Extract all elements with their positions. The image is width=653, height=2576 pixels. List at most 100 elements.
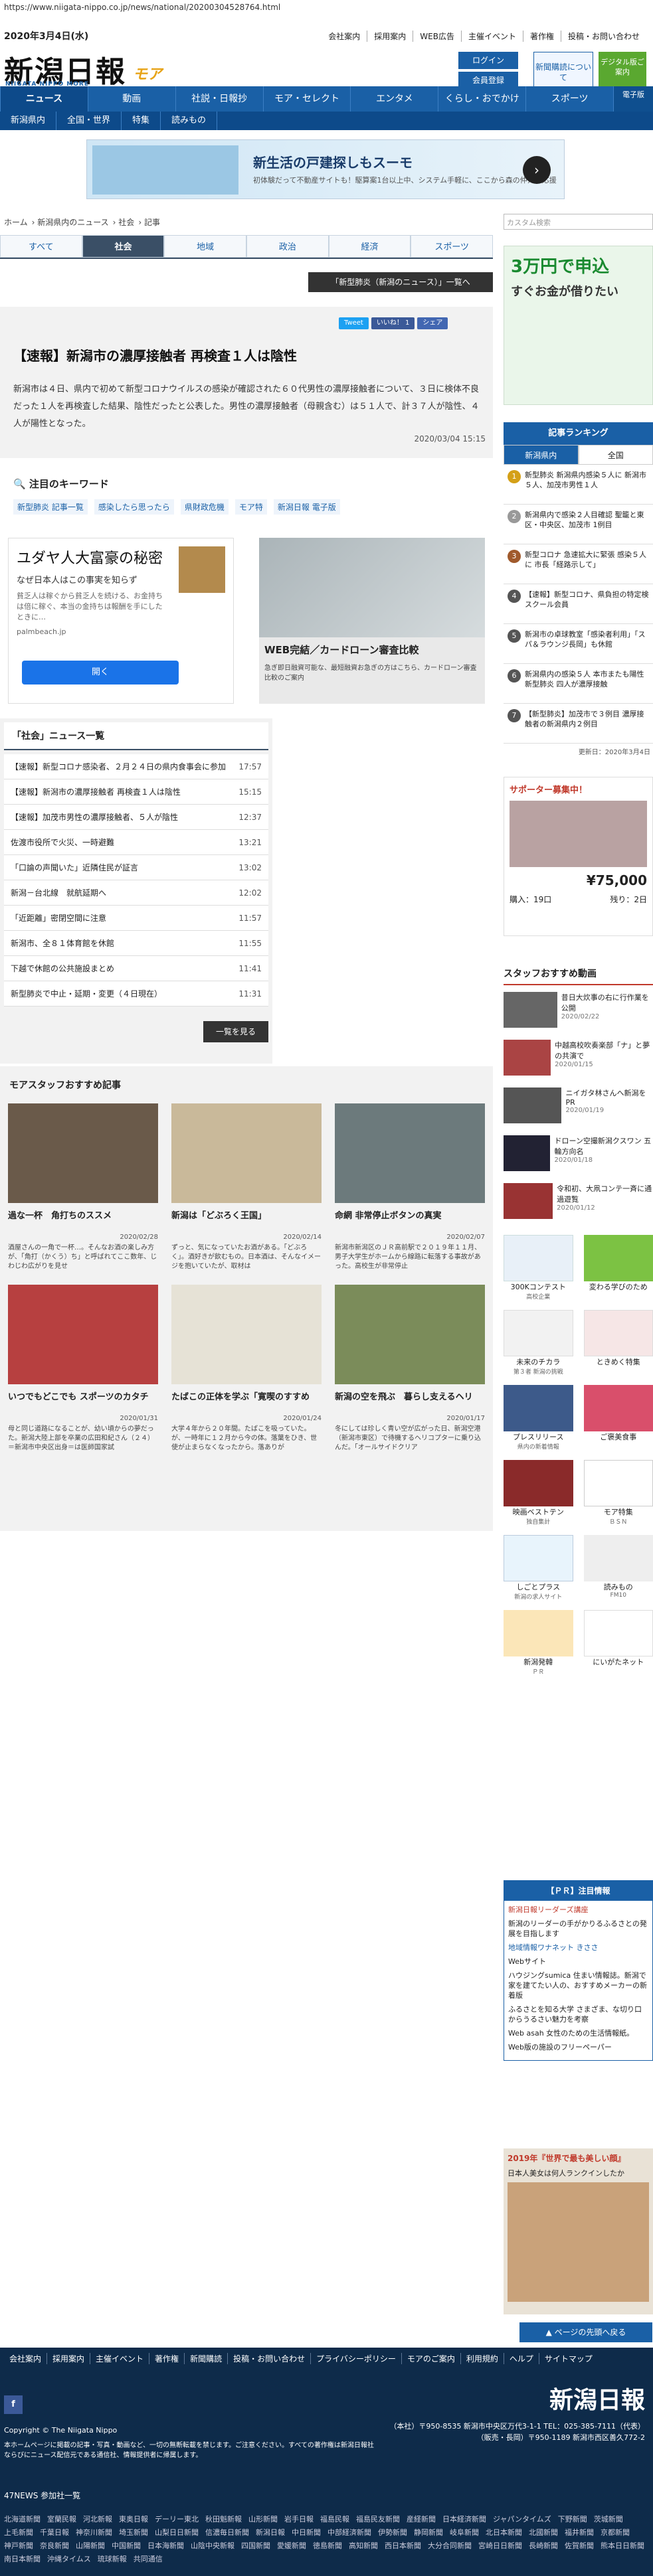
site-link[interactable]: 大分合同新聞 [428, 2540, 472, 2551]
ad-card-loan[interactable]: WEB完結／カードローン審査比較 急ぎ即日融資可能な、最短融資お急ぎの方はこちら… [259, 538, 485, 704]
footer-link[interactable]: 利用規約 [460, 2353, 504, 2364]
site-link[interactable]: ジャパンタイムズ [493, 2514, 551, 2524]
digital-edition-button[interactable]: デジタル版ご案内 [599, 52, 646, 92]
footer-link[interactable]: 新聞購読 [184, 2353, 227, 2364]
banner-item[interactable]: 映画ベストテン 独自集計 [504, 1460, 573, 1526]
footer-link[interactable]: モアのご案内 [401, 2353, 460, 2364]
breadcrumb-society[interactable]: 社会 [118, 218, 134, 227]
banner-item[interactable]: 変わる学びのため [583, 1235, 653, 1301]
site-link[interactable]: 岩手日報 [284, 2514, 314, 2524]
site-link[interactable]: 河北新報 [83, 2514, 112, 2524]
pr-item[interactable]: ふるさとを知る大学 さまざま、な切り口からうるさい魅力を考察 [508, 2004, 648, 2024]
site-link[interactable]: 岐阜新聞 [450, 2527, 479, 2537]
site-link[interactable]: 奈良新聞 [40, 2540, 69, 2551]
pr-item[interactable]: ハウジングsumica 住まい情報誌。新潟で家を建てたい人の、おすすめメーカーの… [508, 1971, 648, 2000]
chevron-right-icon[interactable]: › [523, 156, 551, 184]
category-list-button[interactable]: 「新型肺炎（新潟のニュース）」一覧へ [308, 272, 493, 292]
site-link[interactable]: 室蘭民報 [47, 2514, 76, 2524]
site-link[interactable]: 中部経済新聞 [327, 2527, 371, 2537]
site-link[interactable]: 伊勢新聞 [378, 2527, 407, 2537]
video-item[interactable]: 中越高校吹奏楽部「ナ」と夢の共演で 2020/01/15 [504, 1040, 653, 1081]
site-link[interactable]: 下野新聞 [558, 2514, 587, 2524]
recommend-card[interactable]: 新潟の空を飛ぶ 暮らし支えるヘリ 2020/01/17 冬にしては珍しく青い空が… [335, 1285, 485, 1453]
toplink-contact[interactable]: 投稿・お問い合わせ [560, 31, 646, 42]
banner-item[interactable]: 新潟発韓 ＰＲ [504, 1610, 573, 1676]
subnav-features[interactable]: 特集 [122, 112, 161, 130]
footer-link[interactable]: 著作権 [149, 2353, 184, 2364]
site-link[interactable]: 琉球新報 [98, 2553, 127, 2564]
site-link[interactable]: 上毛新聞 [4, 2527, 33, 2537]
recommend-card[interactable]: 新潟は「どぶろく王国」 2020/02/14 ずっと、気になっていたお酒がある。… [171, 1103, 322, 1271]
ranking-item[interactable]: 2 新潟県内で感染２人目確認 聖籠と東区・中央区、加茂市 1例目 [504, 505, 653, 544]
site-link[interactable]: 山陽新聞 [76, 2540, 105, 2551]
site-link[interactable]: 中日新聞 [292, 2527, 321, 2537]
site-link[interactable]: 北國新聞 [529, 2527, 558, 2537]
video-item[interactable]: ニイガタ林さんへ新潟をPR 2020/01/19 [504, 1087, 653, 1129]
banner-item[interactable]: ときめく特集 [583, 1310, 653, 1376]
tab-region[interactable]: 地域 [164, 235, 247, 258]
site-link[interactable]: 熊本日日新聞 [601, 2540, 644, 2551]
nav-news[interactable]: ニュース [0, 86, 88, 112]
nav-editorial[interactable]: 社説・日報抄 [175, 86, 263, 112]
nav-entertainment[interactable]: エンタメ [350, 86, 438, 112]
toplink-copyright[interactable]: 著作権 [522, 31, 561, 42]
pr-item[interactable]: 地域情報ワナネット きささ [508, 1943, 648, 1953]
site-link[interactable]: 秋田魁新報 [205, 2514, 242, 2524]
site-link[interactable]: 茨城新聞 [594, 2514, 623, 2524]
site-link[interactable]: 宮崎日日新聞 [478, 2540, 522, 2551]
news-row[interactable]: 新潟市、全８１体育館を休館 11:55 [4, 931, 268, 956]
subnav-prefecture[interactable]: 新潟県内 [0, 112, 57, 130]
footer-logo[interactable]: 新潟日報 [549, 2381, 645, 2415]
banner-item[interactable]: 300Kコンテスト 高校企業 [504, 1235, 573, 1301]
site-link[interactable]: 福島民報 [320, 2514, 349, 2524]
site-link[interactable]: 日本海新聞 [147, 2540, 184, 2551]
pr-item[interactable]: 新潟のリーダーの手がかりるふるさとの発展を目指します [508, 1919, 648, 1939]
tab-all[interactable]: すべて [0, 235, 82, 258]
news-row[interactable]: 「近距離」密閉空間に注意 11:57 [4, 906, 268, 931]
nav-e-paper[interactable]: 電子版 [613, 86, 653, 112]
ranking-item[interactable]: 3 新型コロナ 急速拡大に緊張 感染５人に 市長「経路示して」 [504, 544, 653, 584]
ad-jewish-rich[interactable]: ユダヤ人大富豪の秘密 なぜ日本人はこの事実を知らず 貧乏人は稼ぐから貧乏人を続け… [8, 538, 234, 704]
keyword-item[interactable]: 県財政危機 [180, 499, 229, 515]
pr-item[interactable]: Web asah 女性のための生活情報紙。 [508, 2028, 648, 2038]
toplink-recruit[interactable]: 採用案内 [367, 31, 413, 42]
site-link[interactable]: 埼玉新聞 [119, 2527, 148, 2537]
site-link[interactable]: 福井新聞 [565, 2527, 594, 2537]
subscribe-button[interactable]: 新聞購読について [533, 52, 593, 92]
site-link[interactable]: 福島民友新聞 [356, 2514, 400, 2524]
subnav-world[interactable]: 全国・世界 [56, 112, 122, 130]
video-item[interactable]: 令和初、大凧コンテ一斉に通過遊覧 2020/01/12 [504, 1183, 653, 1224]
crowdfunding-ad[interactable]: サポーター募集中！ ¥75,000 購入：19口 残り：2日 [504, 777, 653, 936]
pr-item[interactable]: 新潟日報リーダーズ講座 [508, 1905, 648, 1915]
news-row[interactable]: 佐渡市役所で火災、一時避難 13:21 [4, 830, 268, 855]
footer-link[interactable]: ヘルプ [503, 2353, 539, 2364]
site-link[interactable]: 千葉日報 [40, 2527, 69, 2537]
keyword-item[interactable]: 新型肺炎 記事一覧 [13, 499, 88, 515]
tab-sports[interactable]: スポーツ [411, 235, 494, 258]
news-row[interactable]: 【速報】新潟市の濃厚接触者 再検査１人は陰性 15:15 [4, 779, 268, 805]
toplink-webad[interactable]: WEB広告 [413, 31, 461, 42]
footer-link[interactable]: 会社案内 [4, 2353, 47, 2364]
banner-item[interactable]: モア特集 ＢＳＮ [583, 1460, 653, 1526]
news-row[interactable]: 【速報】新型コロナ感染者、２月２４日の県内食事会に参加 17:57 [4, 754, 268, 779]
site-link[interactable]: 日本経済新聞 [442, 2514, 486, 2524]
site-link[interactable]: 徳島新聞 [313, 2540, 342, 2551]
site-link[interactable]: 産経新聞 [407, 2514, 436, 2524]
banner-item[interactable]: 読みもの FM10 [583, 1535, 653, 1601]
ranking-item[interactable]: 7 【新型肺炎】加茂市で３例目 濃厚接触者の新潟県内２例目 [504, 704, 653, 744]
video-item[interactable]: ドローン空撮新潟クスワン 五輪方向名 2020/01/18 [504, 1135, 653, 1176]
site-link[interactable]: 新潟日報 [256, 2527, 285, 2537]
tab-politics[interactable]: 政治 [246, 235, 329, 258]
site-link[interactable]: 山陰中央新報 [191, 2540, 234, 2551]
video-item[interactable]: 昔日大炊事の右に行作業を公開 2020/02/22 [504, 992, 653, 1033]
banner-item[interactable]: 未来のチカラ 第３者 新潟の挑戦 [504, 1310, 573, 1376]
subnav-reading[interactable]: 読みもの [161, 112, 218, 130]
site-link[interactable]: 沖縄タイムス [47, 2553, 91, 2564]
site-link[interactable]: 南日本新聞 [4, 2553, 41, 2564]
nav-lifestyle[interactable]: くらし・おでかけ [438, 86, 525, 112]
breadcrumb-home[interactable]: ホーム [4, 218, 28, 227]
bottom-side-ad[interactable]: 2019年『世界で最も美しい顔』 日本人美女は何人ランクインしたか [504, 2148, 653, 2314]
news-row[interactable]: 【速報】加茂市男性の濃厚接触者、５人が陰性 12:37 [4, 805, 268, 830]
site-link[interactable]: 神戸新聞 [4, 2540, 33, 2551]
recommend-card[interactable]: たばこの正体を学ぶ「寛喫のすすめ 2020/01/24 大学４年から２０年間。た… [171, 1285, 322, 1453]
